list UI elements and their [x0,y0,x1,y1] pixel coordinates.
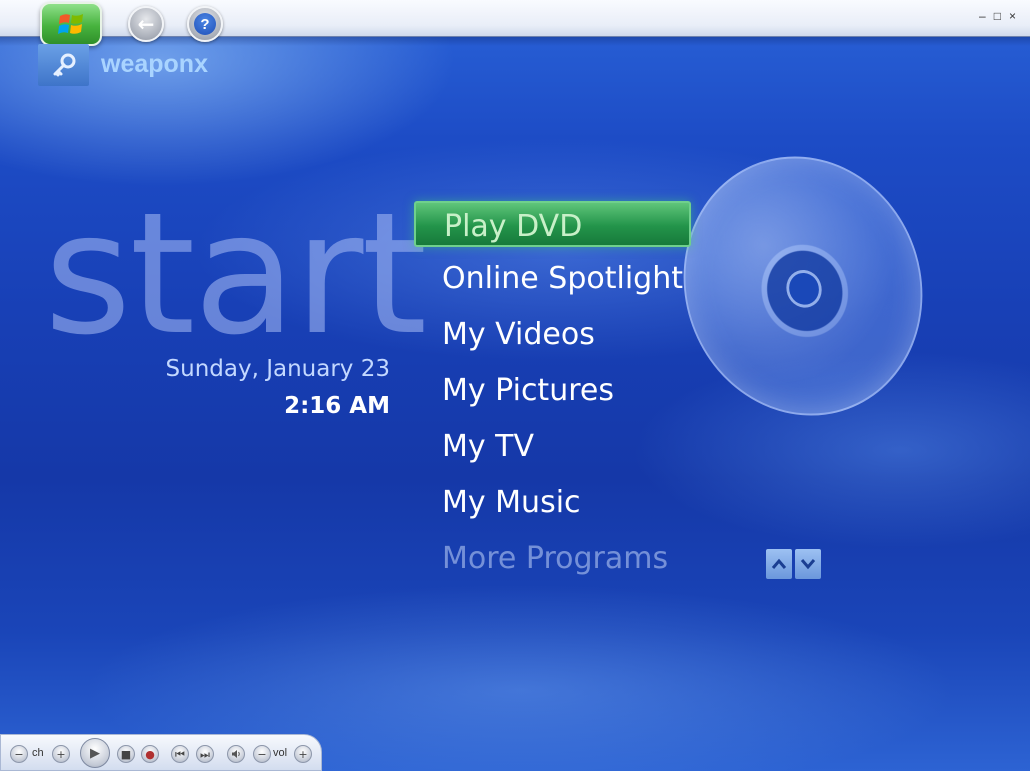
menu-item-my-videos[interactable]: My Videos [414,308,734,364]
back-button[interactable]: ← [128,6,164,42]
key-icon [53,53,75,77]
chevron-up-icon [771,558,787,569]
windows-logo-icon [58,14,83,34]
previous-button[interactable]: ⏮ [171,745,189,763]
transport-controls: − ch + ▶ ■ ● ⏮ ⏭ − vol + [0,734,322,771]
menu-item-my-tv[interactable]: My TV [414,420,734,476]
menu-item-my-pictures[interactable]: My Pictures [414,364,734,420]
channel-down-button[interactable]: − [10,745,28,763]
volume-up-button[interactable]: + [294,745,312,763]
play-button[interactable]: ▶ [80,738,110,768]
speaker-icon [232,750,240,758]
volume-label: vol [273,747,288,759]
date-label: Sunday, January 23 [165,356,390,382]
stop-button[interactable]: ■ [117,745,135,763]
menu-item-more-programs[interactable]: More Programs [414,532,734,588]
disc-hole [781,264,827,313]
windows-start-button[interactable] [40,2,102,46]
back-arrow-icon: ← [137,12,155,36]
next-button[interactable]: ⏭ [196,745,214,763]
menu-item-online-spotlight[interactable]: Online Spotlight [414,252,734,308]
scroll-up-button[interactable] [766,549,792,579]
page-title: start [44,176,427,372]
channel-up-button[interactable]: + [52,745,70,763]
minimize-button[interactable]: – [979,9,986,23]
mute-button[interactable] [227,745,245,763]
help-icon: ? [194,13,216,35]
main-menu: Play DVD Online Spotlight My Videos My P… [414,196,734,588]
close-button[interactable]: × [1009,9,1016,23]
chevron-down-icon [800,559,816,570]
help-button[interactable]: ? [187,6,223,42]
time-label: 2:16 AM [284,393,390,419]
volume-down-button[interactable]: − [253,745,271,763]
username: weaponx [101,50,208,78]
menu-item-my-music[interactable]: My Music [414,476,734,532]
window-controls: – □ × [979,9,1016,23]
user-tile[interactable] [38,44,89,86]
menu-scroll-buttons [766,549,821,579]
channel-label: ch [32,747,44,759]
menu-item-play-dvd[interactable]: Play DVD [414,201,691,247]
maximize-button[interactable]: □ [994,9,1001,23]
scroll-down-button[interactable] [795,549,821,579]
record-button[interactable]: ● [141,745,159,763]
